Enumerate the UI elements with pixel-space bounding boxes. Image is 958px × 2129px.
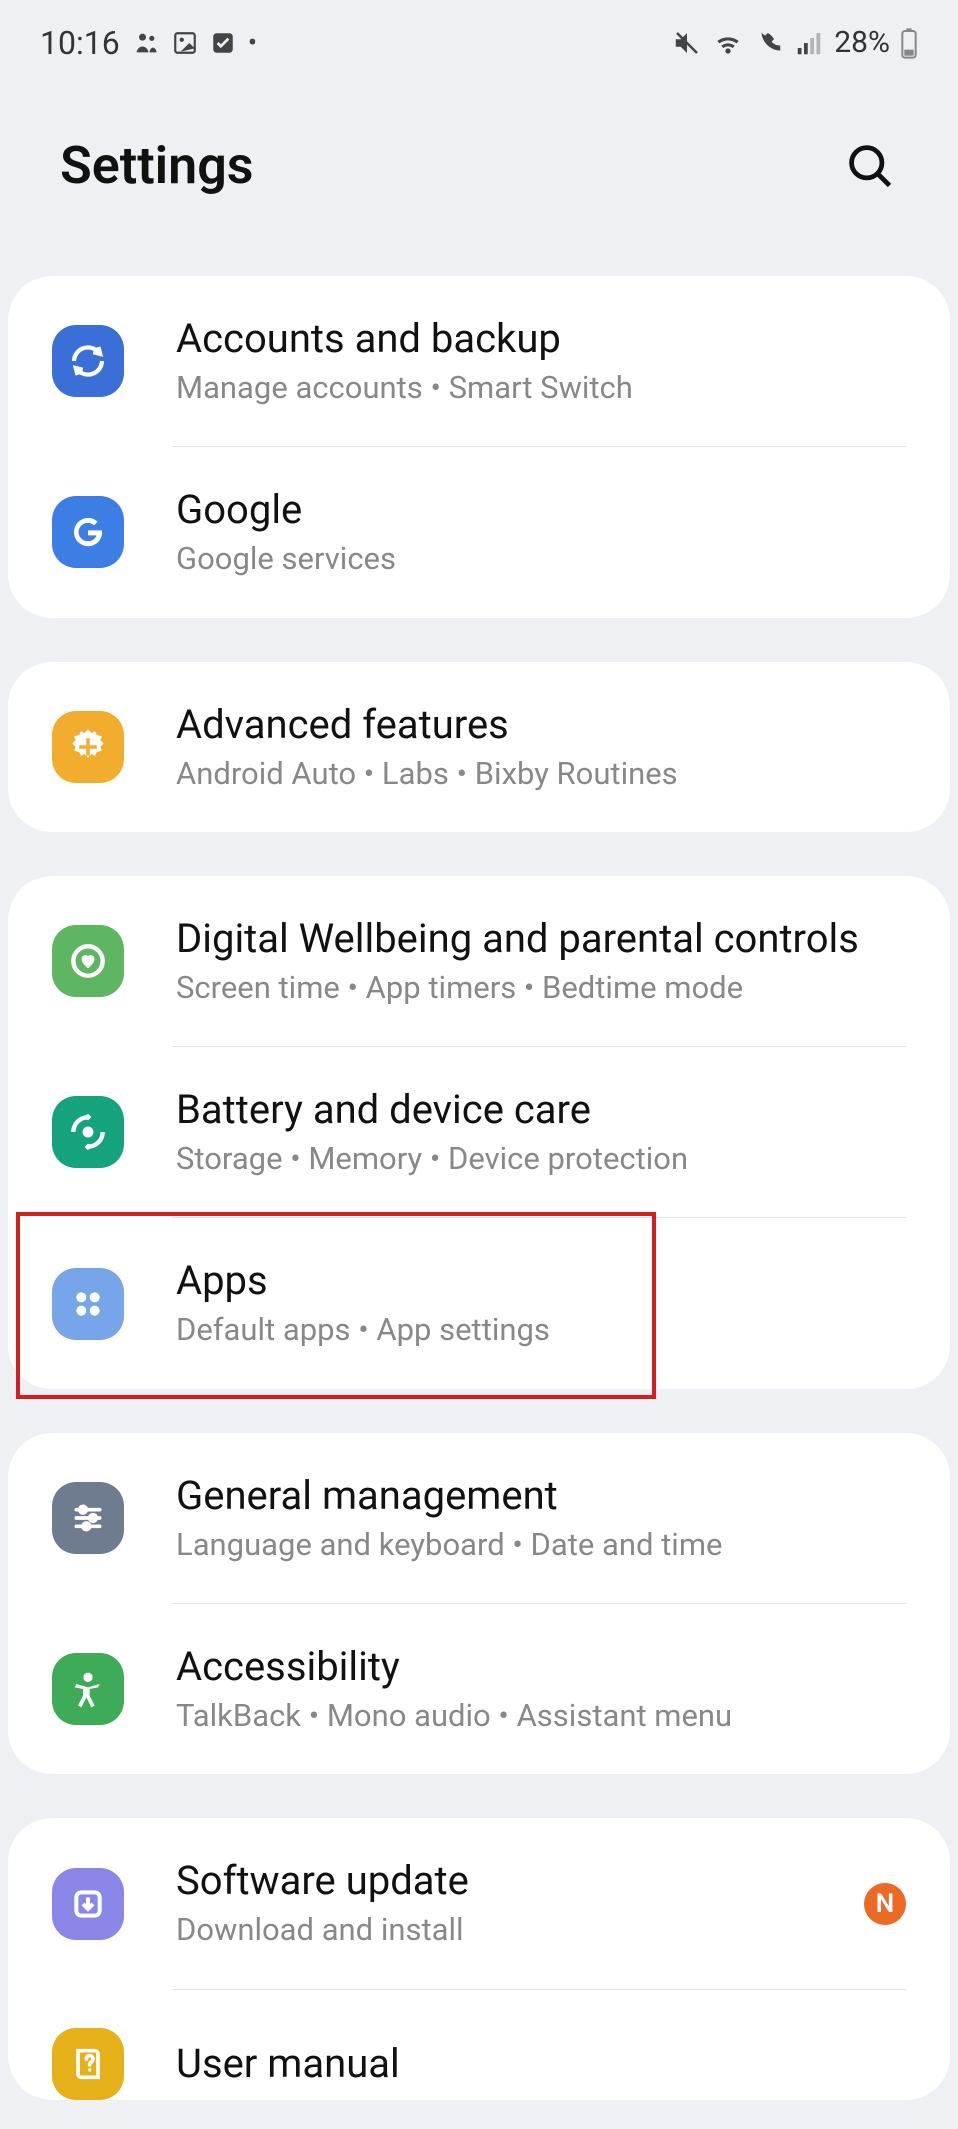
item-subtitle: Manage accounts • Smart Switch — [176, 368, 906, 408]
settings-item-digital-wellbeing[interactable]: Digital Wellbeing and parental controls … — [8, 876, 950, 1046]
settings-item-apps[interactable]: Apps Default apps • App settings — [8, 1218, 950, 1388]
settings-item-software-update[interactable]: Software update Download and install N — [8, 1818, 950, 1988]
item-subtitle: Google services — [176, 539, 906, 579]
settings-group: Accounts and backup Manage accounts • Sm… — [8, 276, 950, 618]
item-subtitle: Android Auto • Labs • Bixby Routines — [176, 754, 906, 794]
teams-icon — [132, 29, 160, 57]
heart-ring-icon — [52, 925, 124, 997]
status-time: 10:16 — [40, 24, 120, 62]
settings-group: General management Language and keyboard… — [8, 1433, 950, 1775]
accessibility-person-icon — [52, 1653, 124, 1725]
mute-vibrate-icon — [672, 28, 702, 58]
item-title: Apps — [176, 1256, 906, 1306]
item-text: Apps Default apps • App settings — [176, 1256, 906, 1350]
item-text: Google Google services — [176, 485, 906, 579]
settings-item-accounts-backup[interactable]: Accounts and backup Manage accounts • Sm… — [8, 276, 950, 446]
battery-icon — [900, 27, 918, 59]
wifi-icon — [712, 27, 744, 59]
item-subtitle: Default apps • App settings — [176, 1310, 906, 1350]
item-title: General management — [176, 1471, 906, 1521]
header: Settings — [0, 85, 958, 276]
settings-item-general-management[interactable]: General management Language and keyboard… — [8, 1433, 950, 1603]
item-title: Digital Wellbeing and parental controls — [176, 914, 906, 964]
apps-grid-icon — [52, 1268, 124, 1340]
item-text: General management Language and keyboard… — [176, 1471, 906, 1565]
item-subtitle: TalkBack • Mono audio • Assistant menu — [176, 1696, 906, 1736]
item-text: Advanced features Android Auto • Labs • … — [176, 700, 906, 794]
item-subtitle: Screen time • App timers • Bedtime mode — [176, 968, 906, 1008]
checkbox-icon — [210, 30, 236, 56]
item-title: Battery and device care — [176, 1085, 906, 1135]
item-title: Accounts and backup — [176, 314, 906, 364]
settings-item-battery-device-care[interactable]: Battery and device care Storage • Memory… — [8, 1047, 950, 1217]
item-text: Battery and device care Storage • Memory… — [176, 1085, 906, 1179]
item-title: Advanced features — [176, 700, 906, 750]
status-bar: 10:16 • 28% — [0, 0, 958, 85]
google-icon — [52, 496, 124, 568]
settings-item-user-manual[interactable]: User manual — [8, 1990, 950, 2100]
item-subtitle: Download and install — [176, 1910, 864, 1950]
sync-icon — [52, 325, 124, 397]
settings-group: Software update Download and install N U… — [8, 1818, 950, 2099]
download-circle-icon — [52, 1868, 124, 1940]
item-text: Accessibility TalkBack • Mono audio • As… — [176, 1642, 906, 1736]
item-title: Google — [176, 485, 906, 535]
settings-item-google[interactable]: Google Google services — [8, 447, 950, 617]
search-button[interactable] — [842, 138, 898, 194]
status-left: 10:16 • — [40, 24, 257, 62]
item-text: Software update Download and install — [176, 1856, 864, 1950]
book-help-icon — [52, 2028, 124, 2100]
page-title: Settings — [60, 135, 254, 196]
gallery-icon — [172, 30, 198, 56]
settings-group: Digital Wellbeing and parental controls … — [8, 876, 950, 1389]
volte-icon — [754, 28, 784, 58]
status-right: 28% — [672, 25, 918, 60]
update-badge: N — [864, 1883, 906, 1925]
care-icon — [52, 1096, 124, 1168]
item-title: Software update — [176, 1856, 864, 1906]
plus-badge-icon — [52, 711, 124, 783]
item-title: User manual — [176, 2039, 906, 2089]
settings-group: Advanced features Android Auto • Labs • … — [8, 662, 950, 832]
battery-percent: 28% — [834, 25, 890, 60]
item-text: Accounts and backup Manage accounts • Sm… — [176, 314, 906, 408]
dot-icon: • — [248, 26, 257, 59]
settings-item-advanced-features[interactable]: Advanced features Android Auto • Labs • … — [8, 662, 950, 832]
item-text: Digital Wellbeing and parental controls … — [176, 914, 906, 1008]
search-icon — [844, 140, 896, 192]
item-subtitle: Language and keyboard • Date and time — [176, 1525, 906, 1565]
signal-icon — [794, 28, 824, 58]
item-text: User manual — [176, 2039, 906, 2089]
settings-item-accessibility[interactable]: Accessibility TalkBack • Mono audio • As… — [8, 1604, 950, 1774]
sliders-icon — [52, 1482, 124, 1554]
item-subtitle: Storage • Memory • Device protection — [176, 1139, 906, 1179]
item-title: Accessibility — [176, 1642, 906, 1692]
